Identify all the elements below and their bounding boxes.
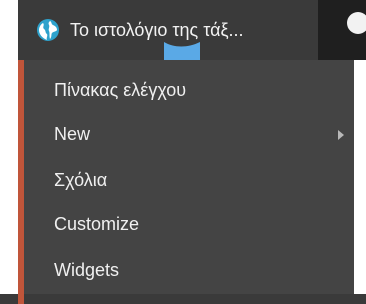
site-title: Το ιστολόγιο της τάξ... (70, 19, 244, 40)
globe-icon (37, 19, 59, 41)
bottom-accent-bar (18, 294, 24, 304)
menu-accent-bar (18, 60, 24, 304)
menu-bottom-edge (0, 294, 366, 304)
menu-item-comments[interactable]: Σχόλια (54, 168, 107, 192)
menu-item-customize[interactable]: Customize (54, 212, 139, 236)
menu-item-new[interactable]: New (54, 122, 90, 146)
site-dropdown-menu: Πίνακας ελέγχου New Σχόλια Customize Wid… (18, 60, 354, 304)
menu-item-widgets[interactable]: Widgets (54, 258, 119, 282)
menu-item-dashboard[interactable]: Πίνακας ελέγχου (54, 78, 186, 102)
admin-toolbar: Το ιστολόγιο της τάξ... (0, 0, 366, 64)
submenu-arrow-icon (338, 130, 344, 140)
partial-toolbar-icon[interactable] (344, 12, 366, 34)
